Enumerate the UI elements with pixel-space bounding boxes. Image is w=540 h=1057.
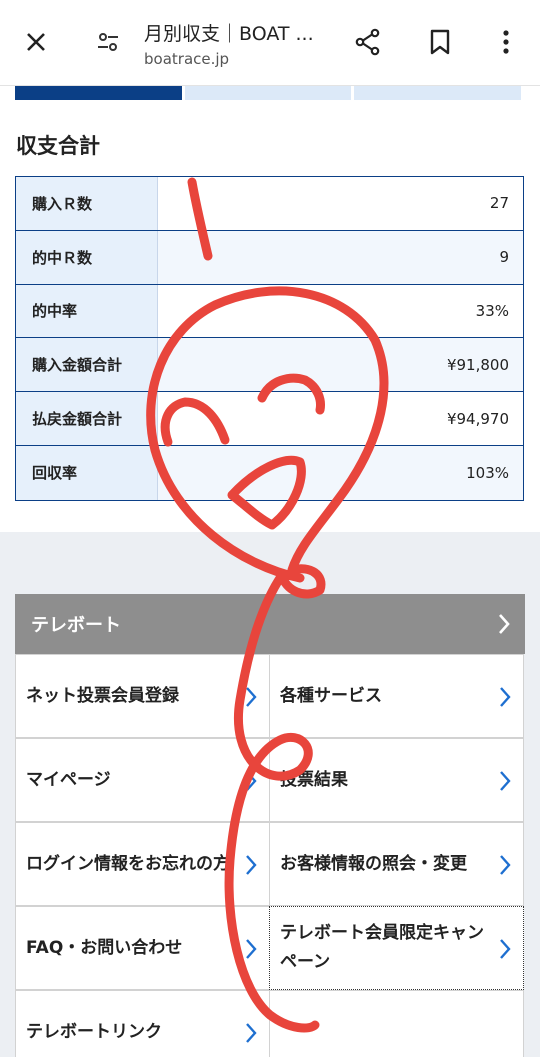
page: 月別収支｜BOAT ... boatrace.jp 収支合計 購入Ｒ数 27 的… [0, 0, 540, 1057]
chevron-right-icon [245, 770, 257, 802]
link-label: ログイン情報をお忘れの方 [26, 853, 230, 874]
table-row: 的中率 33% [16, 284, 523, 339]
tab-1[interactable] [15, 86, 182, 100]
chevron-right-icon [499, 770, 511, 802]
share-icon[interactable] [348, 22, 388, 62]
row-value: 33% [158, 284, 523, 338]
link-services[interactable]: 各種サービス [269, 654, 524, 738]
section-title: 収支合計 [16, 134, 100, 158]
link-label: 投票結果 [280, 769, 348, 790]
telebo-header-link[interactable]: テレボート [15, 594, 525, 654]
row-label: 購入金額合計 [16, 338, 158, 392]
row-value: ¥91,800 [158, 338, 523, 392]
chevron-right-icon [499, 938, 511, 970]
telebo-link-grid: ネット投票会員登録 各種サービス マイページ 投票結果 ログイン情報をお忘れの方 [15, 654, 525, 1057]
more-vert-icon[interactable] [486, 22, 526, 62]
chevron-right-icon [497, 612, 511, 641]
chevron-right-icon [245, 938, 257, 970]
row-label: 購入Ｒ数 [16, 177, 158, 230]
link-label: FAQ・お問い合わせ [26, 937, 183, 958]
link-label: お客様情報の照会・変更 [280, 853, 467, 874]
link-member-campaign[interactable]: テレボート会員限定キャンペーン [269, 906, 524, 990]
link-faq[interactable]: FAQ・お問い合わせ [15, 906, 270, 990]
table-row: 的中Ｒ数 9 [16, 230, 523, 285]
tab-3[interactable] [354, 86, 522, 100]
tab-strip [15, 86, 524, 100]
bookmark-icon[interactable] [420, 22, 460, 62]
page-title: 月別収支｜BOAT ... [144, 23, 314, 45]
link-net-registration[interactable]: ネット投票会員登録 [15, 654, 270, 738]
close-icon[interactable] [16, 22, 56, 62]
page-url[interactable]: boatrace.jp [144, 50, 229, 68]
table-row: 購入金額合計 ¥91,800 [16, 338, 523, 393]
link-label: 各種サービス [280, 685, 382, 706]
link-label: テレボートリンク [26, 1021, 162, 1042]
link-label: マイページ [26, 769, 111, 790]
link-label: ネット投票会員登録 [26, 685, 179, 706]
link-vote-results[interactable]: 投票結果 [269, 738, 524, 822]
row-value: 9 [158, 230, 523, 284]
table-row: 購入Ｒ数 27 [16, 177, 523, 231]
site-settings-icon[interactable] [88, 22, 128, 62]
table-row: 払戻金額合計 ¥94,970 [16, 392, 523, 446]
link-forgot-login[interactable]: ログイン情報をお忘れの方 [15, 822, 270, 906]
empty-cell [269, 990, 524, 1057]
row-value: 27 [158, 177, 523, 230]
tab-2[interactable] [184, 86, 352, 100]
browser-toolbar: 月別収支｜BOAT ... boatrace.jp [0, 0, 540, 86]
summary-table: 購入Ｒ数 27 的中Ｒ数 9 的中率 33% 購入金額合計 ¥91,800 払戻… [15, 176, 524, 501]
link-customer-info[interactable]: お客様情報の照会・変更 [269, 822, 524, 906]
chevron-right-icon [499, 686, 511, 718]
chevron-right-icon [245, 1022, 257, 1054]
link-label: テレボート会員限定キャンペーン [280, 923, 484, 972]
chevron-right-icon [245, 854, 257, 886]
row-label: 的中Ｒ数 [16, 230, 158, 284]
chevron-right-icon [499, 854, 511, 886]
row-label: 払戻金額合計 [16, 392, 158, 445]
link-telebo-link[interactable]: テレボートリンク [15, 990, 270, 1057]
table-row: 回収率 103% [16, 445, 523, 500]
row-value: 103% [158, 445, 523, 500]
row-label: 回収率 [16, 445, 158, 500]
telebo-header-label: テレボート [31, 615, 121, 636]
row-label: 的中率 [16, 284, 158, 338]
link-mypage[interactable]: マイページ [15, 738, 270, 822]
chevron-right-icon [245, 686, 257, 718]
row-value: ¥94,970 [158, 392, 523, 445]
